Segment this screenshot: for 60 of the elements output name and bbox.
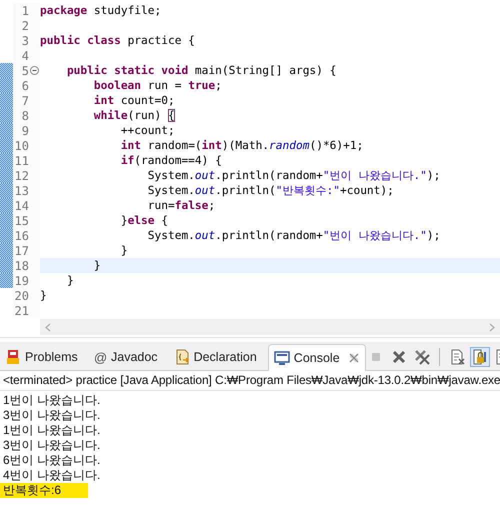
line-number: 14 bbox=[14, 198, 29, 212]
line-number: 16 bbox=[14, 228, 29, 242]
console-header: <terminated> practice [Java Application] C:₩Program Files₩Java₩jdk-13.0.2₩bin₩javaw.exe bbox=[0, 371, 500, 391]
line-number: 12 bbox=[14, 168, 29, 182]
code-line: }else { bbox=[120, 214, 168, 227]
lock-button[interactable] bbox=[470, 347, 490, 367]
code-line: run=false; bbox=[146, 199, 216, 212]
code-line: if(random==4) { bbox=[120, 154, 222, 167]
panel-tab[interactable]: Declaration bbox=[168, 344, 262, 370]
line-number: 2 bbox=[20, 18, 29, 32]
line-number: 4 bbox=[20, 48, 29, 62]
code-line: System.out.println(random+"번이 나왔습니다."); bbox=[146, 229, 440, 242]
line-number: 1 bbox=[20, 4, 29, 18]
lock-icon bbox=[472, 349, 488, 365]
code-line: public class practice { bbox=[40, 34, 195, 47]
code-line: System.out.println(random+"번이 나왔습니다."); bbox=[146, 169, 440, 182]
code-line: System.out.println("반복횟수:"+count); bbox=[146, 184, 394, 197]
code-line: while(run) { bbox=[92, 109, 175, 122]
line-number: 8 bbox=[20, 108, 29, 122]
line-number: 15 bbox=[14, 214, 29, 228]
panel-tab[interactable]: Console bbox=[268, 344, 366, 371]
code-line: package studyfile; bbox=[40, 4, 162, 17]
line-number: 9 bbox=[20, 124, 29, 138]
code-line: } bbox=[92, 259, 101, 272]
line-number: 17 bbox=[14, 244, 29, 258]
line-number: 10 bbox=[14, 138, 29, 152]
line-number: 7 bbox=[20, 94, 29, 108]
code-line: } bbox=[40, 289, 47, 302]
line-number: 20 bbox=[14, 288, 29, 302]
document-arrow-icon bbox=[174, 349, 190, 365]
code-line: boolean run = true; bbox=[92, 79, 222, 92]
code-line: int random=(int)(Math.random()*6)+1; bbox=[120, 139, 364, 152]
line-number: 5 bbox=[20, 64, 29, 78]
console-line: 6번이 나왔습니다. bbox=[2, 453, 102, 468]
line-number: 13 bbox=[14, 184, 29, 198]
code-line: public static void main(String[] args) { bbox=[66, 64, 336, 77]
line-number: 21 bbox=[14, 304, 29, 318]
console-line: 3번이 나왔습니다. bbox=[2, 438, 102, 453]
document-icon bbox=[448, 349, 465, 365]
double-cross-icon bbox=[414, 349, 430, 365]
cross-icon bbox=[390, 349, 407, 365]
warning-icon bbox=[5, 349, 21, 365]
code-line: ++count; bbox=[120, 124, 175, 137]
code-line: int count=0; bbox=[92, 94, 175, 107]
console-line: 3번이 나왔습니다. bbox=[2, 408, 102, 423]
code-line: } bbox=[66, 274, 74, 287]
console-line: 1번이 나왔습니다. bbox=[2, 393, 102, 408]
line-number: 11 bbox=[14, 154, 29, 168]
collapse-icon[interactable] bbox=[30, 66, 39, 75]
line-number: 19 bbox=[14, 274, 29, 288]
monitor-icon bbox=[274, 350, 290, 366]
console-line: 1번이 나왔습니다. bbox=[2, 423, 102, 438]
code-line: } bbox=[120, 244, 128, 257]
console-line: 4번이 나왔습니다. bbox=[2, 468, 102, 483]
close-icon[interactable] bbox=[348, 352, 360, 364]
panel-tab[interactable]: Problems bbox=[0, 344, 83, 370]
line-number: 6 bbox=[20, 78, 29, 92]
line-number: 18 bbox=[14, 258, 29, 272]
panel-tab[interactable]: @ Javadoc bbox=[88, 344, 163, 370]
line-number: 3 bbox=[20, 34, 29, 48]
